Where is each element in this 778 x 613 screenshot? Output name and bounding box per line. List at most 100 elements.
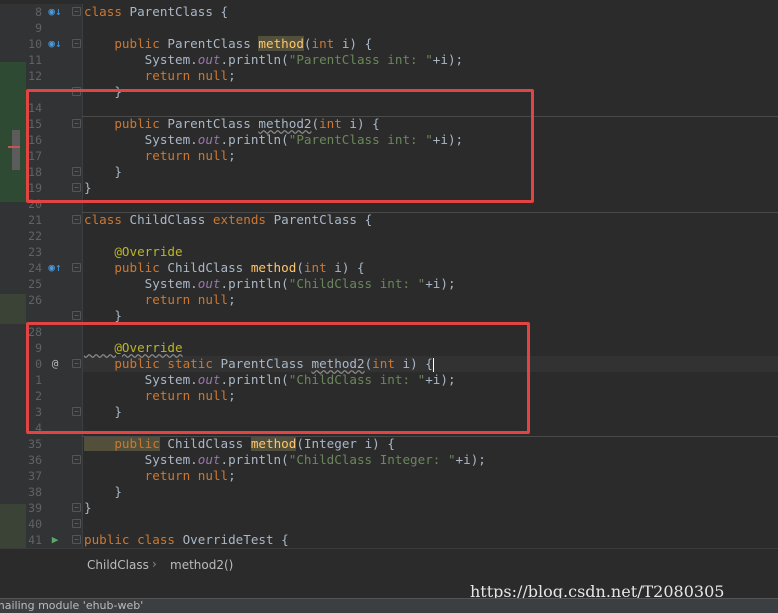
code-token: +i); xyxy=(455,452,486,467)
code-token: class xyxy=(84,4,130,19)
code-token: .println( xyxy=(220,452,289,467)
code-token: .println( xyxy=(220,276,289,291)
line-number: 8 xyxy=(35,5,42,19)
code-text: System.out.println("ChildClass int: "+i)… xyxy=(84,276,456,292)
code-text: System.out.println("ChildClass Integer: … xyxy=(84,452,486,468)
code-token: i) { xyxy=(334,260,365,275)
code-token: System. xyxy=(84,276,198,291)
override-marker-icon[interactable]: ◉↓ xyxy=(48,5,62,19)
code-token: ChildClass xyxy=(129,212,213,227)
line-number: 21 xyxy=(28,213,42,227)
code-text: } xyxy=(84,484,122,500)
code-token: } xyxy=(84,308,122,323)
line-number: 40 xyxy=(28,517,42,531)
code-line[interactable]: 41 ▶ − public class OverrideTest { xyxy=(0,532,778,548)
code-token: int xyxy=(311,36,342,51)
code-line[interactable]: 22 xyxy=(0,228,778,244)
code-line[interactable]: 21 − class ChildClass extends ParentClass … xyxy=(0,212,778,228)
code-token: (Integer i) { xyxy=(296,436,395,451)
fold-toggle-icon[interactable]: − xyxy=(72,7,81,16)
code-line[interactable]: 35 public ChildClass method(Integer i) { xyxy=(0,436,778,452)
code-line[interactable]: 38 } xyxy=(0,484,778,500)
code-token: "ParentClass int: " xyxy=(288,52,433,67)
fold-toggle-icon[interactable]: − xyxy=(72,263,81,272)
code-line[interactable]: 8 ◉↓ − class ParentClass { xyxy=(0,4,778,20)
code-text: return null; xyxy=(84,292,236,308)
code-token: @Override xyxy=(84,244,183,259)
code-token: ParentClass { xyxy=(273,212,373,227)
fold-toggle-icon[interactable]: − xyxy=(72,39,81,48)
annotation-highlight-box xyxy=(26,322,530,434)
method-separator xyxy=(82,436,778,437)
code-token: return null xyxy=(84,292,229,307)
code-token: ParentClass { xyxy=(129,4,229,19)
line-number: 24 xyxy=(28,261,42,275)
code-token: System. xyxy=(84,452,198,467)
code-token: return null xyxy=(84,68,229,83)
code-token: public class xyxy=(84,532,183,547)
method-separator xyxy=(82,212,778,213)
code-line[interactable]: 10 ◉↓ − public ParentClass method(int i) { xyxy=(0,36,778,52)
line-number: 26 xyxy=(28,293,42,307)
code-token: ( xyxy=(303,36,312,51)
code-line[interactable]: 24 ◉↑ − public ChildClass method(int i) { xyxy=(0,260,778,276)
line-number: 41 xyxy=(28,533,42,547)
line-number: 12 xyxy=(28,69,42,83)
code-token: int xyxy=(303,260,335,275)
code-token: ParentClass xyxy=(167,36,259,51)
code-text: return null; xyxy=(84,468,236,484)
line-number: 10 xyxy=(28,37,42,51)
code-text: return null; xyxy=(84,68,236,84)
fold-toggle-icon[interactable]: − xyxy=(72,535,81,544)
code-token: ChildClass xyxy=(167,260,251,275)
fold-toggle-icon[interactable]: − xyxy=(72,455,81,464)
line-number: 36 xyxy=(28,453,42,467)
code-text: System.out.println("ParentClass int: "+i… xyxy=(84,52,463,68)
breadcrumb-class[interactable]: ChildClass xyxy=(87,558,149,572)
code-token: System. xyxy=(84,52,198,67)
code-line[interactable]: 11 System.out.println("ParentClass int: … xyxy=(0,52,778,68)
code-token: method xyxy=(250,260,297,275)
status-text: mailing module 'ehub-web' xyxy=(0,599,144,612)
code-token: ChildClass xyxy=(167,436,251,451)
code-line[interactable]: 23 @Override xyxy=(0,244,778,260)
code-token: +i); xyxy=(425,276,456,291)
breadcrumb-separator: › xyxy=(152,557,157,571)
code-token: } xyxy=(84,484,122,499)
code-token: public xyxy=(84,436,160,451)
code-token: method xyxy=(250,436,297,451)
fold-toggle-icon[interactable]: − xyxy=(72,311,81,320)
fold-toggle-icon[interactable]: − xyxy=(72,519,81,528)
code-line[interactable]: 12 return null; xyxy=(0,68,778,84)
code-line[interactable]: 9 xyxy=(0,20,778,36)
code-text: class ChildClass extends ParentClass { xyxy=(84,212,372,228)
line-number: 39 xyxy=(28,501,42,515)
code-line[interactable]: 39 −} xyxy=(0,500,778,516)
code-token: OverrideTest { xyxy=(182,532,289,547)
run-icon[interactable]: ▶ xyxy=(48,533,62,547)
line-number: 25 xyxy=(28,277,42,291)
code-line[interactable]: 36 − System.out.println("ChildClass Integ… xyxy=(0,452,778,468)
breadcrumb-method[interactable]: method2() xyxy=(170,558,233,572)
code-line[interactable]: 37 return null; xyxy=(0,468,778,484)
fold-toggle-icon[interactable]: − xyxy=(72,215,81,224)
code-text: @Override xyxy=(84,244,183,260)
overrides-up-icon[interactable]: ◉↑ xyxy=(48,261,62,275)
code-token: method xyxy=(258,36,304,51)
code-text: public ChildClass method(int i) { xyxy=(84,260,365,276)
line-number: 22 xyxy=(28,229,42,243)
code-token: out xyxy=(197,452,221,467)
code-token: +i); xyxy=(432,52,464,67)
code-token: ; xyxy=(228,68,236,83)
code-text: } xyxy=(84,500,92,516)
code-token: i) { xyxy=(341,36,373,51)
override-marker-icon[interactable]: ◉↓ xyxy=(48,37,62,51)
code-token: ( xyxy=(296,260,304,275)
code-line[interactable]: 26 return null; xyxy=(0,292,778,308)
code-token: out xyxy=(197,276,221,291)
code-line[interactable]: 25 System.out.println("ChildClass int: "… xyxy=(0,276,778,292)
code-line[interactable]: 40 − xyxy=(0,516,778,532)
status-bar: mailing module 'ehub-web' xyxy=(0,598,778,613)
fold-toggle-icon[interactable]: − xyxy=(72,503,81,512)
code-token: public xyxy=(84,36,168,51)
